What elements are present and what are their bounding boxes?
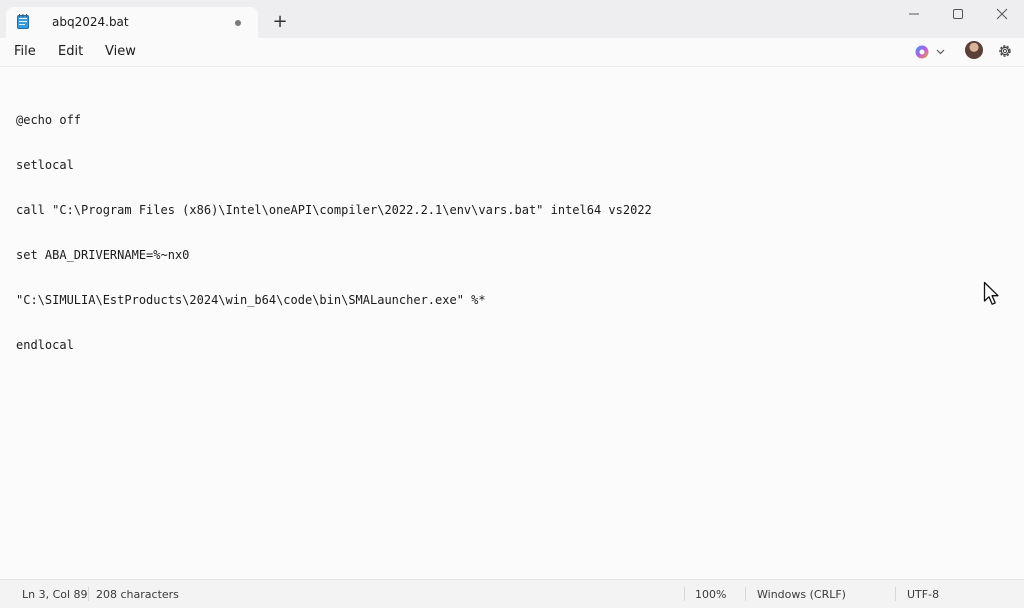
character-count: 208 characters bbox=[96, 588, 179, 601]
tab-title: abq2024.bat bbox=[52, 15, 129, 29]
status-divider bbox=[745, 587, 746, 601]
editor-content[interactable]: @echo off setlocal call "C:\Program File… bbox=[16, 83, 652, 383]
editor-line[interactable]: setlocal bbox=[16, 158, 652, 173]
maximize-icon bbox=[953, 9, 963, 19]
status-divider bbox=[684, 587, 685, 601]
menu-file[interactable]: File bbox=[14, 44, 36, 59]
status-bar: Ln 3, Col 89 208 characters 100% Windows… bbox=[0, 579, 1024, 608]
text-editor[interactable]: @echo off setlocal call "C:\Program File… bbox=[0, 66, 1024, 580]
zoom-level[interactable]: 100% bbox=[695, 588, 726, 601]
menu-edit[interactable]: Edit bbox=[58, 44, 83, 59]
editor-line[interactable]: call "C:\Program Files (x86)\Intel\oneAP… bbox=[16, 203, 652, 218]
avatar[interactable] bbox=[965, 41, 983, 59]
menu-bar: File Edit View bbox=[0, 38, 1024, 66]
unsaved-dot-icon[interactable] bbox=[235, 20, 241, 26]
editor-line[interactable]: @echo off bbox=[16, 113, 652, 128]
editor-line[interactable]: endlocal bbox=[16, 338, 652, 353]
editor-line[interactable]: "C:\SIMULIA\EstProducts\2024\win_b64\cod… bbox=[16, 293, 652, 308]
minimize-icon bbox=[909, 13, 919, 15]
close-button[interactable] bbox=[980, 0, 1024, 28]
cursor-position[interactable]: Ln 3, Col 89 bbox=[22, 588, 88, 601]
status-divider bbox=[895, 587, 896, 601]
minimize-button[interactable] bbox=[892, 0, 936, 28]
editor-line[interactable]: set ABA_DRIVERNAME=%~nx0 bbox=[16, 248, 652, 263]
status-divider bbox=[88, 587, 89, 601]
encoding[interactable]: UTF-8 bbox=[907, 588, 939, 601]
menu-view[interactable]: View bbox=[105, 44, 136, 59]
title-bar: abq2024.bat + bbox=[0, 0, 1024, 38]
new-tab-button[interactable]: + bbox=[268, 10, 292, 34]
maximize-button[interactable] bbox=[936, 0, 980, 28]
gear-icon bbox=[999, 45, 1011, 57]
notepad-icon bbox=[17, 14, 29, 29]
settings-button[interactable] bbox=[996, 42, 1014, 60]
close-icon bbox=[996, 8, 1008, 20]
copilot-icon bbox=[915, 45, 945, 59]
copilot-button[interactable] bbox=[912, 41, 952, 63]
tab-active[interactable]: abq2024.bat bbox=[6, 7, 258, 38]
mouse-cursor-icon bbox=[983, 281, 1001, 307]
line-ending[interactable]: Windows (CRLF) bbox=[757, 588, 846, 601]
